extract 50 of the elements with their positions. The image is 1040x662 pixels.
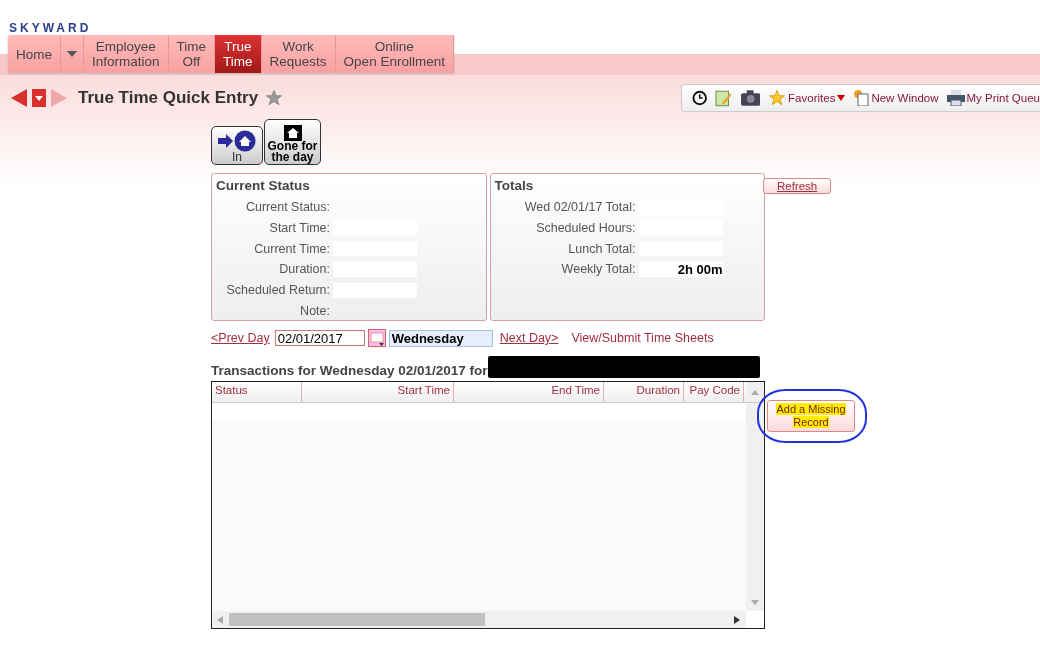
star-icon bbox=[768, 89, 787, 107]
page-title: True Time Quick Entry bbox=[78, 88, 259, 108]
dropdown-icon[interactable] bbox=[32, 89, 46, 107]
column-header[interactable]: End Time bbox=[454, 382, 604, 402]
back-arrow-icon[interactable] bbox=[11, 89, 29, 107]
nav-tab[interactable]: True Time bbox=[215, 35, 262, 73]
field-label: Current Status: bbox=[244, 200, 330, 215]
panel-title: Totals bbox=[494, 178, 535, 193]
value-field: 2h 00m bbox=[638, 261, 723, 277]
field-label: Start Time: bbox=[268, 221, 330, 236]
next-day-link[interactable]: Next Day> bbox=[499, 331, 559, 345]
window-icon bbox=[853, 90, 870, 106]
field-label: Wed 02/01/17 Total: bbox=[523, 200, 636, 215]
field-label: Current Time: bbox=[253, 241, 330, 256]
field-label: Lunch Total: bbox=[567, 241, 636, 256]
add-missing-record-button[interactable]: Add a Missing Record bbox=[767, 400, 855, 432]
scrollbar-thumb[interactable] bbox=[229, 613, 485, 626]
caret-icon bbox=[67, 51, 77, 57]
clock-icon[interactable] bbox=[692, 90, 708, 106]
notepad-icon[interactable] bbox=[715, 89, 733, 107]
column-header[interactable]: Pay Code bbox=[684, 382, 744, 402]
timesheets-link[interactable]: View/Submit Time Sheets bbox=[571, 331, 714, 345]
favorites-menu[interactable]: Favorites bbox=[768, 89, 846, 107]
prev-day-link[interactable]: <Prev Day bbox=[211, 331, 270, 345]
column-header[interactable]: Duration bbox=[604, 382, 684, 402]
field-label: Duration: bbox=[278, 262, 330, 277]
printer-icon bbox=[946, 90, 965, 106]
weekday-field: Wednesday bbox=[388, 329, 493, 347]
column-header[interactable]: Start Time bbox=[302, 382, 454, 402]
clock-in-button[interactable]: In bbox=[211, 126, 263, 165]
scroll-right-icon[interactable] bbox=[734, 615, 740, 624]
gone-for-day-button[interactable]: Gone for the day bbox=[264, 119, 321, 165]
refresh-button[interactable]: Refresh bbox=[763, 178, 832, 194]
calendar-icon[interactable] bbox=[367, 329, 386, 347]
print-queue-link[interactable]: My Print Queu bbox=[946, 90, 1040, 106]
field-label: Scheduled Return: bbox=[225, 283, 330, 298]
star-icon[interactable] bbox=[265, 89, 284, 107]
caret-icon bbox=[837, 95, 846, 101]
field-label: Scheduled Hours: bbox=[535, 221, 636, 236]
home-icon bbox=[283, 125, 302, 141]
field-label: Weekly Total: bbox=[560, 262, 636, 277]
camera-icon[interactable] bbox=[740, 90, 761, 106]
date-input[interactable]: 02/01/2017 bbox=[274, 330, 365, 346]
arrow-home-icon bbox=[218, 130, 256, 152]
logo: SKYWARD bbox=[9, 21, 92, 35]
column-header[interactable]: Status bbox=[212, 382, 302, 402]
field-label: Note: bbox=[299, 303, 330, 318]
transactions-title: Transactions for Wednesday 02/01/2017 for bbox=[211, 363, 488, 378]
panel-title: Current Status bbox=[216, 178, 311, 193]
new-window-link[interactable]: New Window bbox=[853, 90, 939, 106]
